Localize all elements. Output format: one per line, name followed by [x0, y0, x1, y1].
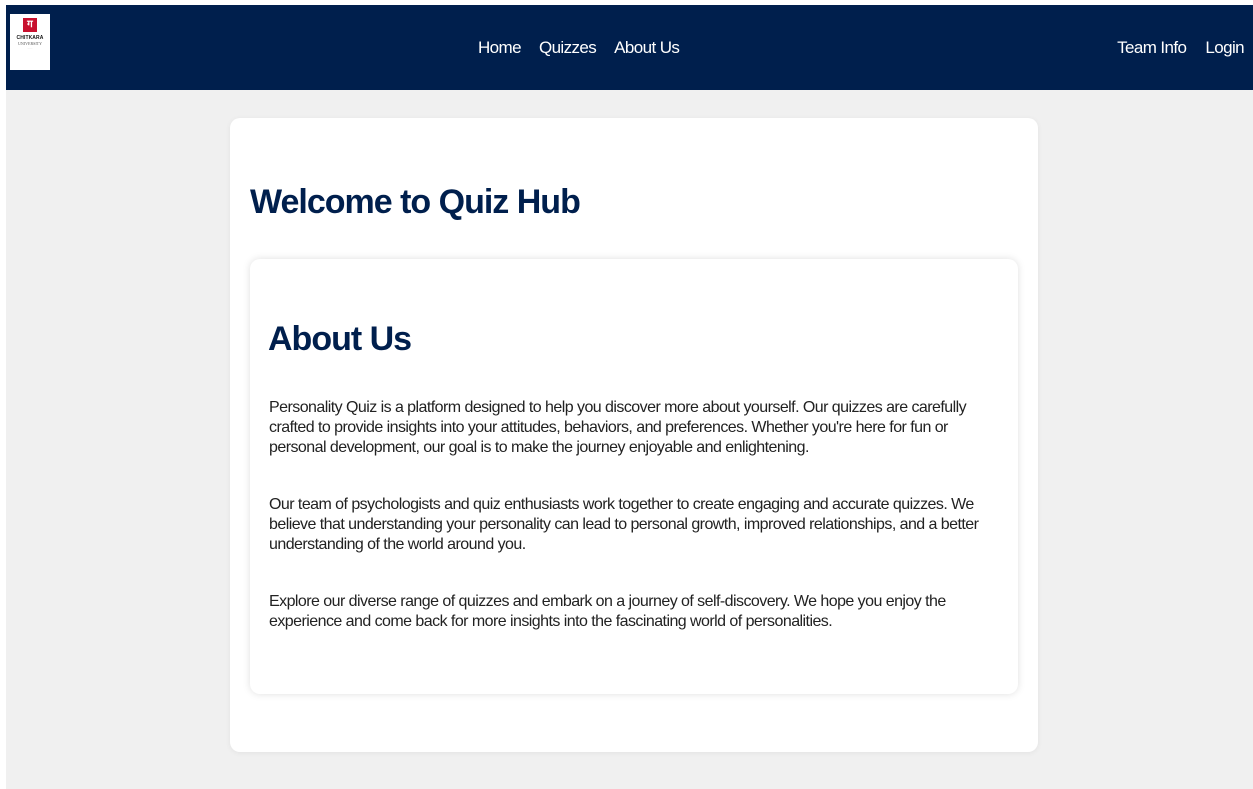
nav-link-about-us[interactable]: About Us [614, 38, 680, 58]
page-background: ग CHITKARA UNIVERSITY ····· Home Quizzes… [6, 5, 1253, 789]
nav-link-home[interactable]: Home [478, 38, 522, 58]
logo-tagline: ····· [27, 46, 33, 50]
about-us-card: About Us Personality Quiz is a platform … [250, 259, 1018, 694]
university-logo[interactable]: ग CHITKARA UNIVERSITY ····· [10, 14, 50, 70]
top-navbar: ग CHITKARA UNIVERSITY ····· Home Quizzes… [6, 5, 1253, 90]
about-us-heading: About Us [268, 320, 412, 358]
main-nav: Home Quizzes About Us [478, 5, 680, 90]
about-paragraph-1: Personality Quiz is a platform designed … [269, 399, 967, 456]
nav-link-quizzes[interactable]: Quizzes [539, 38, 597, 58]
nav-link-login[interactable]: Login [1205, 38, 1244, 58]
logo-emblem-icon: ग [23, 18, 37, 32]
about-paragraph-3: Explore our diverse range of quizzes and… [269, 593, 946, 630]
about-paragraph-2: Our team of psychologists and quiz enthu… [269, 496, 979, 553]
page-title: Welcome to Quiz Hub [250, 183, 581, 221]
account-nav: Team Info Login [1117, 5, 1244, 90]
main-card: Welcome to Quiz Hub About Us Personality… [230, 118, 1038, 752]
nav-link-team-info[interactable]: Team Info [1117, 38, 1187, 58]
